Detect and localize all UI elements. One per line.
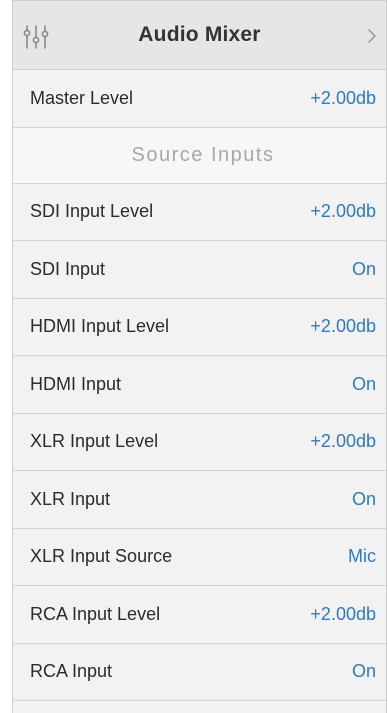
section-header-source-inputs: Source Inputs — [13, 127, 386, 184]
setting-label: RCA Input Level — [30, 603, 161, 624]
setting-label: SDI Input — [30, 258, 106, 279]
setting-row-rca-input[interactable]: RCA Input On — [13, 643, 386, 701]
setting-label: SDI Input Level — [30, 201, 154, 222]
setting-label: XLR Input Level — [30, 431, 159, 452]
setting-value[interactable]: On — [352, 661, 376, 682]
setting-value[interactable]: +2.00db — [310, 604, 376, 625]
setting-row-xlr-input[interactable]: XLR Input On — [13, 471, 386, 529]
setting-value[interactable]: On — [352, 259, 376, 280]
chevron-right-icon[interactable] — [366, 28, 378, 44]
setting-row-sdi-input[interactable]: SDI Input On — [13, 241, 386, 299]
setting-label: Master Level — [30, 87, 134, 108]
panel-title: Audio Mixer — [138, 23, 261, 46]
panel-header[interactable]: Audio Mixer — [13, 1, 386, 70]
setting-label: HDMI Input — [30, 373, 122, 394]
section-title: Source Inputs — [131, 143, 275, 166]
setting-value[interactable]: +2.00db — [310, 316, 376, 337]
setting-label: RCA Input — [30, 661, 113, 682]
setting-row-sdi-input-level[interactable]: SDI Input Level +2.00db — [13, 183, 386, 241]
setting-row-xlr-input-source[interactable]: XLR Input Source Mic — [13, 528, 386, 586]
setting-value[interactable]: Mic — [348, 546, 376, 567]
setting-label: XLR Input Source — [30, 546, 173, 567]
setting-row-xlr-input-level[interactable]: XLR Input Level +2.00db — [13, 413, 386, 471]
setting-value[interactable]: On — [352, 489, 376, 510]
setting-value[interactable]: +2.00db — [310, 201, 376, 222]
setting-value[interactable]: +2.00db — [310, 88, 376, 109]
setting-label: HDMI Input Level — [30, 316, 170, 337]
audio-mixer-panel: Audio Mixer Master Level +2.00db Source … — [12, 0, 387, 713]
setting-row-master-level[interactable]: Master Level +2.00db — [13, 70, 386, 128]
setting-row-rca-input-level[interactable]: RCA Input Level +2.00db — [13, 586, 386, 644]
mixer-sliders-icon — [23, 25, 49, 49]
setting-row-hdmi-input[interactable]: HDMI Input On — [13, 356, 386, 414]
setting-value[interactable]: On — [352, 374, 376, 395]
setting-value[interactable]: +2.00db — [310, 431, 376, 452]
setting-row-hdmi-input-level[interactable]: HDMI Input Level +2.00db — [13, 298, 386, 356]
setting-label: XLR Input — [30, 488, 111, 509]
